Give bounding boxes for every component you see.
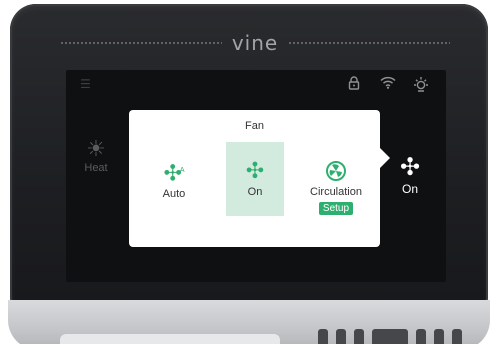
dotted-line-left (60, 42, 222, 44)
dotted-line-right (288, 42, 450, 44)
brand-logo: vine (231, 31, 279, 55)
brand-row: vine (60, 30, 450, 56)
fan-option-on[interactable]: ✣ On (226, 142, 284, 216)
vent (434, 329, 444, 344)
option-label: Auto (162, 188, 186, 201)
fan-status-button[interactable]: ✣ On (390, 138, 430, 197)
option-label: On (247, 186, 263, 198)
fan-option-circulation[interactable]: Circulation Setup (299, 142, 373, 216)
wifi-icon[interactable] (380, 76, 396, 91)
fan-icon: ✣ (399, 154, 421, 181)
lock-icon[interactable] (348, 76, 360, 92)
base-vents (318, 329, 462, 344)
sun-icon[interactable] (413, 76, 429, 94)
option-label: Circulation (310, 186, 362, 198)
popup-pointer (379, 147, 390, 169)
heat-mode-button[interactable]: ☀ Heat (78, 136, 114, 175)
base-slot (60, 334, 280, 344)
circulation-icon (326, 161, 346, 181)
vent (372, 329, 408, 344)
setup-button[interactable]: Setup (318, 202, 354, 215)
vent (336, 329, 346, 344)
fan-icon: ✣ (245, 158, 265, 183)
fan-status-label: On (401, 182, 418, 196)
vent (354, 329, 364, 344)
menu-icon[interactable]: ☰ (80, 78, 91, 90)
vent (416, 329, 426, 344)
vent (452, 329, 462, 344)
fan-popup: Fan ✣A Auto ✣ On Circulation Setup (129, 110, 380, 247)
sun-icon: ☀ (86, 136, 106, 161)
fan-auto-icon: ✣A (163, 160, 185, 186)
vent (318, 329, 328, 344)
heat-label: Heat (84, 162, 108, 174)
popup-title: Fan (245, 120, 264, 132)
fan-option-auto[interactable]: ✣A Auto (145, 142, 203, 216)
touch-screen: ☰ ☀ Heat ✣ On Fan ✣A Auto ✣ On Circulati… (66, 70, 446, 282)
